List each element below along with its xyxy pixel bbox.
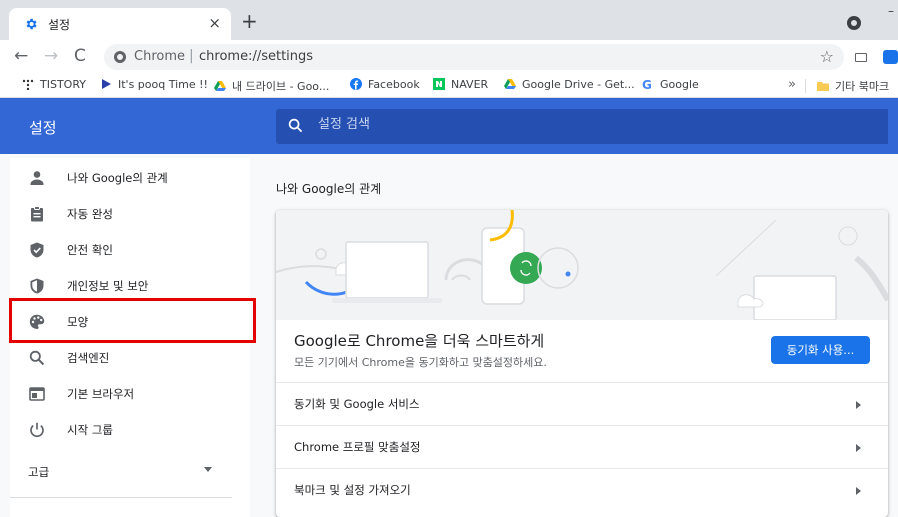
bookmark-item[interactable]: NAVER (433, 78, 488, 94)
sidebar-item-label: 나와 Google의 관계 (67, 171, 168, 185)
row-customize-profile[interactable]: Chrome 프로필 맞춤설정 (276, 425, 888, 468)
bookmark-item[interactable]: Google Drive - Get... (504, 78, 635, 94)
bookmark-item[interactable]: G Google (642, 78, 699, 94)
bookmark-item[interactable]: It's pooq Time !! (100, 78, 208, 94)
reload-button[interactable]: C (74, 46, 86, 66)
google-drive-icon (504, 79, 516, 89)
pooq-icon (102, 79, 111, 89)
other-bookmarks-folder[interactable]: 기타 북마크 (817, 78, 889, 94)
sidebar-item-on-startup[interactable]: 시작 그룹 (10, 412, 250, 448)
chevron-right-icon (856, 487, 861, 495)
cast-icon[interactable] (855, 53, 867, 62)
bookmark-item[interactable]: Facebook (350, 78, 420, 94)
sidebar-item-search-engine[interactable]: 검색엔진 (10, 340, 250, 376)
bookmarks-divider (805, 79, 806, 93)
bookmark-label: NAVER (451, 78, 489, 91)
sidebar-item-label: 자동 완성 (67, 207, 113, 221)
sidebar-item-label: 기본 브라우저 (67, 387, 135, 401)
bookmark-label: Google Drive - Get... (522, 78, 635, 91)
browser-icon (29, 387, 45, 401)
sidebar-item-default-browser[interactable]: 기본 브라우저 (10, 376, 250, 412)
more-bookmarks-button[interactable]: » (788, 77, 796, 92)
sidebar-item-autofill[interactable]: 자동 완성 (10, 196, 250, 232)
shield-icon (30, 278, 44, 294)
chevron-right-icon (856, 401, 861, 409)
site-label: Chrome (134, 49, 185, 64)
row-sync-google-services[interactable]: 동기화 및 Google 서비스 (276, 382, 888, 425)
search-icon (29, 350, 45, 366)
chevron-down-icon[interactable] (204, 467, 212, 472)
bookmark-label: 내 드라이브 - Goo... (232, 80, 330, 93)
bookmark-label: TISTORY (40, 78, 86, 91)
sync-banner-illustration (276, 210, 888, 320)
svg-text:G: G (642, 78, 652, 90)
turn-on-sync-button[interactable]: 동기화 사용... (771, 336, 870, 364)
clipboard-icon (31, 206, 43, 222)
bookmark-star-icon[interactable]: ☆ (820, 47, 834, 66)
google-drive-icon (214, 81, 226, 91)
extension-icon[interactable] (883, 50, 898, 64)
you-and-google-card: Google로 Chrome을 더욱 스마트하게 모든 기기에서 Chrome을… (276, 210, 888, 517)
new-tab-button[interactable]: + (241, 11, 258, 31)
sidebar-item-you-and-google[interactable]: 나와 Google의 관계 (10, 160, 250, 196)
other-bookmarks-label: 기타 북마크 (835, 80, 890, 93)
bookmark-label: It's pooq Time !! (118, 78, 208, 91)
settings-header: 설정 (0, 98, 898, 154)
sidebar-item-label: 개인정보 및 보안 (67, 279, 149, 293)
bookmark-label: Facebook (368, 78, 420, 91)
sidebar-item-safety-check[interactable]: 안전 확인 (10, 232, 250, 268)
tab-settings[interactable]: 설정 × (9, 8, 231, 40)
row-label: 북마크 및 설정 가져오기 (294, 483, 411, 497)
close-tab-icon[interactable]: × (208, 14, 221, 32)
bookmarks-bar: TISTORY It's pooq Time !! 내 드라이브 - Goo..… (0, 74, 898, 98)
tab-title: 설정 (48, 18, 71, 32)
minimize-icon[interactable]: – (888, 4, 898, 18)
sidebar-item-label: 검색엔진 (67, 351, 110, 365)
forward-button[interactable]: → (44, 46, 58, 66)
search-icon (288, 118, 303, 133)
url-separator: | (189, 48, 194, 64)
sync-promo-description: 모든 기기에서 Chrome을 동기화하고 맞춤설정하세요. (294, 356, 547, 369)
naver-icon (433, 78, 445, 90)
row-label: Chrome 프로필 맞춤설정 (294, 440, 421, 454)
row-label: 동기화 및 Google 서비스 (294, 397, 420, 411)
bookmark-item[interactable]: 내 드라이브 - Goo... (214, 78, 329, 94)
chevron-right-icon (856, 444, 861, 452)
bookmark-item[interactable]: TISTORY (22, 78, 86, 94)
google-icon: G (642, 78, 652, 90)
folder-icon (817, 82, 829, 91)
sidebar-item-label: 시작 그룹 (67, 423, 113, 437)
sidebar-advanced[interactable]: 고급 (28, 464, 49, 480)
sidebar-divider (10, 497, 232, 498)
back-button[interactable]: ← (14, 46, 28, 66)
section-title: 나와 Google의 관계 (276, 182, 382, 196)
facebook-icon (350, 78, 362, 90)
row-import-bookmarks[interactable]: 북마크 및 설정 가져오기 (276, 468, 888, 511)
person-icon (30, 171, 44, 185)
address-bar[interactable]: Chrome | chrome://settings ☆ (104, 44, 844, 70)
tab-strip: 설정 × + – (0, 0, 898, 40)
sidebar-item-label: 안전 확인 (67, 243, 113, 257)
highlight-annotation (9, 298, 256, 343)
chrome-site-icon[interactable] (114, 51, 126, 63)
sync-promo-title: Google로 Chrome을 더욱 스마트하게 (294, 332, 545, 350)
search-input[interactable] (318, 117, 718, 132)
banner-illustration (276, 210, 888, 320)
tistory-icon (22, 79, 34, 90)
gear-icon (26, 18, 37, 30)
power-icon (30, 422, 44, 438)
url-text[interactable]: chrome://settings (199, 49, 313, 64)
shield-check-icon (30, 242, 44, 258)
bookmark-label: Google (660, 78, 699, 91)
toolbar: ← → C Chrome | chrome://settings ☆ (0, 40, 898, 74)
tab-search-icon[interactable] (847, 16, 861, 30)
settings-search[interactable] (276, 109, 888, 144)
page-title: 설정 (29, 119, 57, 137)
